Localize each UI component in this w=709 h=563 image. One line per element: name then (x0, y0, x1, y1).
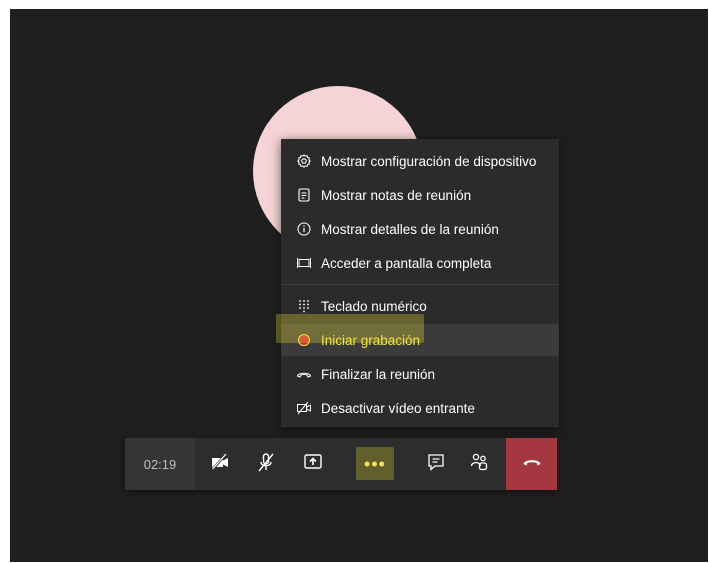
meeting-stage: Mostrar configuración de dispositivo Mos… (10, 9, 708, 562)
menu-item-label: Finalizar la reunión (321, 366, 436, 382)
gear-icon (296, 153, 312, 169)
call-toolbar: 02:19 ••• (125, 438, 557, 490)
video-off-icon (296, 400, 312, 416)
menu-item-label: Acceder a pantalla completa (321, 255, 492, 271)
menu-item-meeting-notes[interactable]: Mostrar notas de reunión (281, 179, 559, 211)
menu-item-device-settings[interactable]: Mostrar configuración de dispositivo (281, 145, 559, 177)
notes-icon (296, 187, 312, 203)
fullscreen-icon (296, 255, 312, 271)
menu-item-end-meeting[interactable]: Finalizar la reunión (281, 358, 559, 390)
menu-item-meeting-details[interactable]: Mostrar detalles de la reunión (281, 213, 559, 245)
menu-item-fullscreen[interactable]: Acceder a pantalla completa (281, 247, 559, 279)
more-options-icon: ••• (364, 454, 386, 474)
end-call-icon (296, 366, 312, 382)
hang-up-button[interactable] (506, 438, 557, 490)
more-options-menu: Mostrar configuración de dispositivo Mos… (281, 139, 559, 427)
menu-item-label: Mostrar detalles de la reunión (321, 221, 499, 237)
more-options-button[interactable]: ••• (354, 438, 396, 490)
mic-toggle-button[interactable] (245, 438, 287, 490)
menu-item-label: Teclado numérico (321, 298, 427, 314)
participants-icon (468, 451, 490, 478)
camera-toggle-button[interactable] (199, 438, 241, 490)
share-screen-button[interactable] (292, 438, 334, 490)
menu-item-disable-incoming-video[interactable]: Desactivar vídeo entrante (281, 392, 559, 424)
menu-item-label: Desactivar vídeo entrante (321, 400, 475, 416)
camera-off-icon (209, 451, 231, 478)
menu-item-label: Mostrar notas de reunión (321, 187, 472, 203)
menu-divider (281, 284, 559, 285)
chat-icon (425, 451, 447, 478)
recording-item-highlight (276, 314, 424, 343)
mic-off-icon (255, 451, 277, 478)
share-screen-icon (302, 451, 324, 478)
menu-item-label: Mostrar configuración de dispositivo (321, 153, 537, 169)
info-icon (296, 221, 312, 237)
hang-up-icon (521, 451, 543, 478)
dialpad-icon (296, 298, 312, 314)
chat-button[interactable] (415, 438, 457, 490)
participants-button[interactable] (458, 438, 500, 490)
call-timer: 02:19 (125, 438, 195, 490)
